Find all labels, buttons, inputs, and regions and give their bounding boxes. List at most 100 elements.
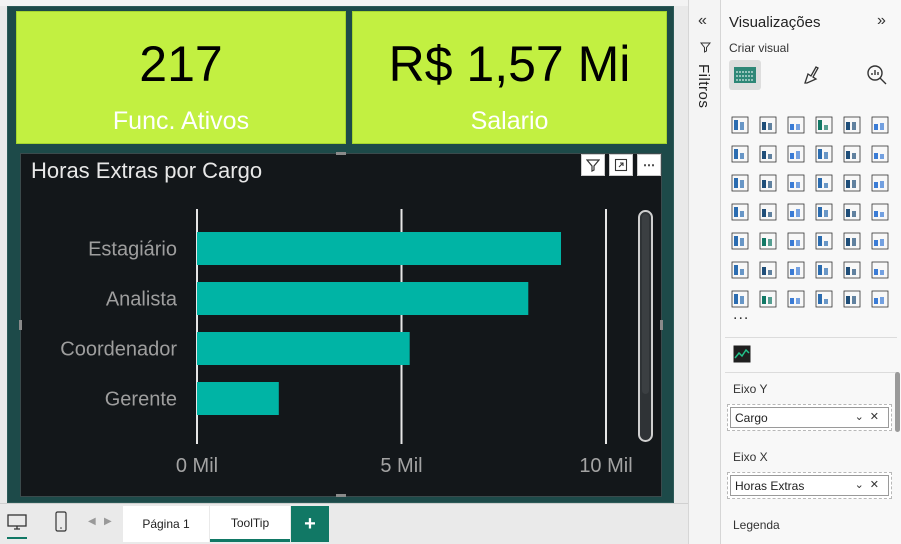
clustered-bar-chart-icon[interactable] [785,114,807,136]
line-clustered-column-icon[interactable] [841,143,863,165]
line-chart-icon[interactable] [729,143,751,165]
mobile-view-icon[interactable] [54,511,68,538]
bar-chart-visual[interactable]: Horas Extras por Cargo ⋯ 0 Mil 5 Mil 10 Mi… [19,152,663,497]
kpi-label: Func. Ativos [112,107,250,135]
chevron-double-right-icon[interactable]: » [877,12,886,30]
kpi-label: Salario [470,107,549,135]
report-canvas[interactable]: 217 Func. Ativos R$ 1,57 Mi Salario Hora… [7,6,674,503]
build-visual-label: Criar visual [729,41,790,55]
pill-controls[interactable]: ⌄✕ [855,478,885,491]
resize-handle-right[interactable] [660,320,663,330]
chevron-double-left-icon[interactable]: « [698,12,707,30]
chart-scrollbar[interactable] [638,210,653,442]
x-tick-label: 10 Mil [579,455,632,477]
pane-scrollbar[interactable] [895,372,900,432]
waterfall-chart-icon[interactable] [729,172,751,194]
funnel-chart-icon[interactable] [757,172,779,194]
well-eixo-y[interactable]: Cargo ⌄✕ [727,404,892,431]
gauge-icon[interactable] [813,201,835,223]
kpi-value: R$ 1,57 Mi [388,36,631,92]
chevron-down-icon[interactable]: ⌄ [855,479,870,491]
category-label: Analista [106,289,178,311]
line-column-chart-icon[interactable] [813,143,835,165]
build-visual-tab-icon[interactable] [729,60,761,90]
arcgis-icon[interactable] [813,288,835,310]
bar-chart-plot: 0 Mil 5 Mil 10 Mil Estagiário Analista Coorde… [60,209,633,477]
more-visuals-icon[interactable]: ... [733,306,749,324]
kpi-card-salario[interactable]: R$ 1,57 Mi Salario [352,11,667,144]
map-icon[interactable] [729,201,751,223]
chevron-down-icon[interactable]: ⌄ [855,411,870,423]
metrics-icon[interactable] [841,259,863,281]
desktop-view-icon[interactable] [7,513,27,539]
chart-scrollbar-thumb[interactable] [642,214,649,394]
ribbon-chart-icon[interactable] [869,143,891,165]
tab-tooltip[interactable]: ToolTip [210,506,290,542]
stacked-bar-chart-icon[interactable] [729,114,751,136]
close-icon[interactable]: ✕ [870,479,885,491]
well-label-eixo-x: Eixo X [733,450,768,464]
category-label: Estagiário [88,239,177,261]
kpi-icon[interactable] [729,230,751,252]
pie-chart-icon[interactable] [813,172,835,194]
multirow-card-icon[interactable] [869,201,891,223]
stacked-area-chart-icon[interactable] [785,143,807,165]
power-automate-icon[interactable] [757,288,779,310]
bar[interactable] [197,382,279,415]
treemap-icon[interactable] [869,172,891,194]
shape-map-icon[interactable] [785,288,807,310]
resize-handle-top[interactable] [336,152,346,155]
card-icon[interactable] [841,201,863,223]
bar[interactable] [197,232,562,265]
azure-map-icon[interactable] [785,201,807,223]
prev-page-icon[interactable]: ◀ [88,516,96,527]
100-bar-chart-icon[interactable] [841,114,863,136]
resize-handle-bottom[interactable] [336,494,346,497]
divider [725,337,897,338]
smart-narrative-icon[interactable] [813,259,835,281]
resize-handle-left[interactable] [19,320,22,330]
key-influencers-icon[interactable] [729,259,751,281]
visual-types-grid [729,114,897,317]
kpi-value: 217 [139,36,223,92]
decomposition-tree-icon[interactable] [757,259,779,281]
custom-visual-icon[interactable] [733,345,751,368]
area-chart-icon[interactable] [757,143,779,165]
chevron-visual-icon[interactable] [869,288,891,310]
100-column-chart-icon[interactable] [869,114,891,136]
bar[interactable] [197,332,410,365]
r-visual-icon[interactable] [841,230,863,252]
x-tick-label: 0 Mil [176,455,218,477]
slicer-icon[interactable] [757,230,779,252]
stacked-column-chart-icon[interactable] [757,114,779,136]
narrative-icon[interactable] [841,288,863,310]
field-name: Horas Extras [735,478,805,493]
scatter-chart-icon[interactable] [785,172,807,194]
donut-chart-icon[interactable] [841,172,863,194]
analytics-tab-icon[interactable] [861,60,893,90]
category-label: Coordenador [60,339,177,361]
filled-map-icon[interactable] [757,201,779,223]
well-label-eixo-y: Eixo Y [733,382,768,396]
filters-pane-collapsed[interactable]: « Filtros [688,0,721,544]
table-icon[interactable] [785,230,807,252]
bar[interactable] [197,282,529,315]
pill-controls[interactable]: ⌄✕ [855,410,885,423]
well-eixo-x[interactable]: Horas Extras ⌄✕ [727,472,892,499]
funnel-icon [699,42,712,56]
format-visual-tab-icon[interactable] [795,60,827,90]
clustered-column-chart-icon[interactable] [813,114,835,136]
qa-icon[interactable] [785,259,807,281]
powerbi-window: 217 Func. Ativos R$ 1,57 Mi Salario Hora… [0,0,901,544]
next-page-icon[interactable]: ▶ [104,516,112,527]
divider [725,372,897,373]
kpi-card-funcionarios[interactable]: 217 Func. Ativos [16,11,346,144]
filters-label: Filtros [695,64,712,109]
matrix-icon[interactable] [813,230,835,252]
close-icon[interactable]: ✕ [870,411,885,423]
tab-pagina-1[interactable]: Página 1 [123,506,209,542]
add-page-button[interactable]: + [291,506,329,542]
well-label-legenda: Legenda [733,518,780,532]
paginated-report-icon[interactable] [869,259,891,281]
python-visual-icon[interactable] [869,230,891,252]
